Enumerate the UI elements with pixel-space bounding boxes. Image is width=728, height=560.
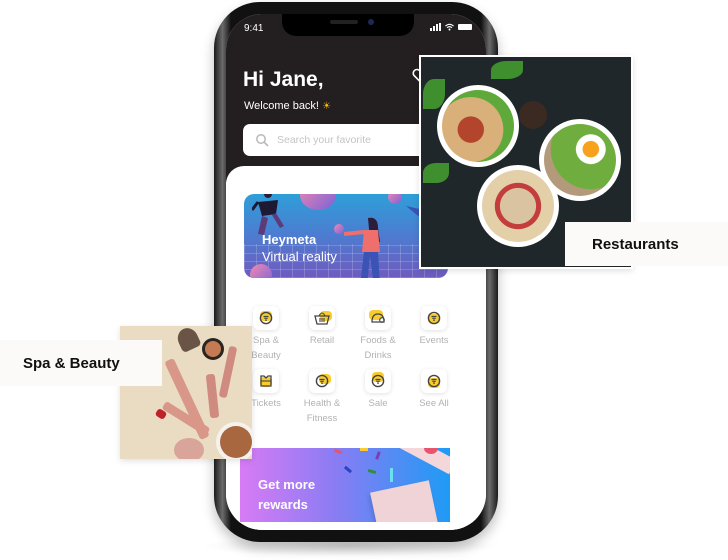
rewards-banner[interactable]: Get more rewards [240,448,450,522]
status-time: 9:41 [244,23,264,34]
category-foods-drinks[interactable]: Foods & Drinks [350,306,406,363]
category-health-fitness[interactable]: Health & Fitness [294,369,350,426]
category-label: See All [419,398,449,409]
rewards-banner-text: Get more rewards [258,475,315,515]
lip-gloss [205,373,220,419]
confetti [333,448,343,455]
promo-banner-title: Heymeta [262,232,317,247]
category-events[interactable]: Events [406,306,462,363]
leaf-decoration [491,61,523,79]
category-label: Sale [368,398,388,409]
search-input[interactable]: Search your favorite [277,134,371,146]
promo-banner-heymeta[interactable]: Heymeta Virtual reality [244,194,448,278]
scrunchie [174,438,204,459]
category-label: Foods & Drinks [360,335,396,361]
wifi-icon [445,23,454,31]
oatmeal-bowl [477,165,559,247]
category-retail[interactable]: Retail [294,306,350,363]
rewards-line1: Get more [258,477,316,492]
ticket-icon [253,369,279,393]
category-label: Health & Fitness [303,398,341,424]
filter-icon [421,369,447,393]
confetti [343,465,353,474]
spa-icon [253,306,279,330]
sun-icon: ☀ [322,101,332,112]
filter-icon [421,306,447,330]
status-icons [430,23,472,31]
orb-decoration [300,194,336,210]
battery-icon [458,24,472,30]
makeup-brush [174,326,202,354]
confetti [360,448,368,451]
powder-compact [216,422,252,459]
gift-box-illustration [370,480,438,522]
filter-icon [309,369,335,393]
orb-decoration [388,194,402,204]
category-grid: Spa & Beauty Retail Foods & Drinks Event… [238,306,470,426]
promo-banner-subtitle: Virtual reality [262,249,337,264]
leaf-decoration [423,163,449,183]
notch [282,14,414,36]
woman-illustration [343,217,380,278]
category-label: Tickets [251,398,281,409]
bronzer-compact [202,338,224,360]
category-sale[interactable]: Sale [350,369,406,426]
confetti [375,451,381,460]
category-see-all[interactable]: See All [406,369,462,426]
rewards-line2: rewards [258,497,308,512]
spa-beauty-label: Spa & Beauty [0,340,162,386]
taco-icon [365,306,391,330]
greeting-title: Hi Jane, [243,68,324,91]
welcome-text: Welcome back! ☀ [244,100,331,112]
restaurants-label: Restaurants [565,222,728,266]
category-label: Retail [309,335,335,346]
confetti [367,469,377,474]
signal-icon [430,23,441,31]
confetti [390,468,393,482]
filter-icon [365,369,391,393]
category-label: Events [419,335,449,346]
basket-icon [309,306,335,330]
search-icon [256,134,269,147]
noodle-bowl [437,85,519,167]
pepper-bowl [519,101,547,129]
welcome-label: Welcome back! [244,100,319,112]
